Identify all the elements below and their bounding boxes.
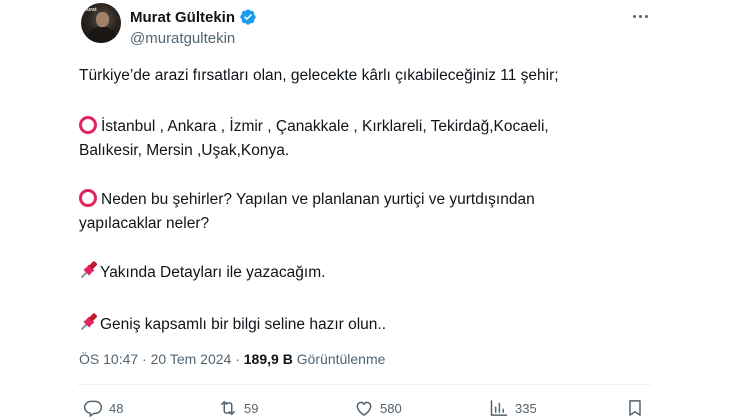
views-count-action: 335 — [515, 400, 537, 416]
verified-badge-icon — [240, 9, 256, 25]
tweet-meta: ÖS 10:47 · 20 Tem 2024 · 189,9 B Görüntü… — [79, 351, 385, 367]
more-icon[interactable] — [628, 6, 652, 26]
retweet-count: 59 — [244, 400, 259, 416]
meta-separator: · — [231, 351, 244, 367]
tweet-text-soon: Yakında Detayları ile yazacağım. — [79, 260, 639, 284]
tweet-line-text: Geniş kapsamlı bir bilgi seline hazır ol… — [100, 316, 387, 333]
tweet-text-ready: Geniş kapsamlı bir bilgi seline hazır ol… — [79, 312, 639, 336]
avatar-text: Murat — [83, 7, 97, 13]
reply-count: 48 — [109, 400, 124, 416]
tweet-text-question: Neden bu şehirler? Yapılan ve planlanan … — [79, 188, 639, 236]
tweet-line-text: Neden bu şehirler? Yapılan ve planlanan … — [101, 191, 535, 208]
avatar-body — [88, 27, 116, 43]
tweet-text-cities: İstanbul , Ankara , İzmir , Çanakkale , … — [79, 115, 639, 163]
action-bar: 48 59 580 335 — [80, 398, 650, 420]
reply-button[interactable]: 48 — [83, 398, 123, 418]
avatar[interactable]: Murat — [81, 3, 121, 43]
bookmark-button[interactable] — [625, 398, 645, 418]
tweet-line-soon: Yakında Detayları ile yazacağım. — [79, 260, 639, 284]
pushpin-icon — [81, 313, 97, 330]
like-icon — [356, 401, 372, 416]
pushpin-icon — [81, 261, 97, 278]
tweet-line-ready: Geniş kapsamlı bir bilgi seline hazır ol… — [79, 312, 639, 336]
like-count: 580 — [380, 400, 402, 416]
hollow-red-circle-icon — [79, 189, 97, 207]
tweet-line-cities: İstanbul , Ankara , İzmir , Çanakkale , … — [79, 115, 639, 139]
hollow-red-circle-icon — [79, 116, 97, 134]
retweet-icon — [221, 401, 235, 415]
tweet-text-intro: Türkiye’de arazi fırsatları olan, gelece… — [79, 64, 639, 88]
views-count: 189,9 B — [243, 351, 293, 367]
tweet-line: Balıkesir, Mersin ,Uşak,Konya. — [79, 142, 290, 159]
views-label: Görüntülenme — [296, 351, 386, 367]
views-button[interactable]: 335 — [489, 398, 537, 418]
tweet-line-text: Yakında Detayları ile yazacağım. — [100, 264, 326, 281]
author-name[interactable]: Murat Gültekin — [130, 9, 235, 26]
tweet-line: Türkiye’de arazi fırsatları olan, gelece… — [79, 67, 559, 84]
tweet-line-question: Neden bu şehirler? Yapılan ve planlanan … — [79, 188, 639, 212]
divider — [77, 384, 652, 385]
tweet-time[interactable]: ÖS 10:47 — [79, 351, 138, 367]
tweet: Murat Murat Gültekin @muratgultekin Türk… — [0, 0, 730, 420]
meta-separator: · — [138, 351, 151, 367]
retweet-button[interactable]: 59 — [218, 398, 258, 418]
avatar-face — [96, 12, 109, 27]
tweet-line: yapılacaklar neler? — [79, 215, 210, 232]
tweet-line-text: İstanbul , Ankara , İzmir , Çanakkale , … — [101, 118, 549, 135]
reply-icon — [83, 400, 103, 417]
author-handle[interactable]: @muratgultekin — [130, 30, 257, 47]
tweet-date[interactable]: 20 Tem 2024 — [151, 351, 232, 367]
like-button[interactable]: 580 — [354, 398, 402, 418]
tweet-header: Murat Gültekin @muratgultekin — [130, 8, 257, 47]
bookmark-icon — [629, 400, 641, 416]
views-icon — [490, 400, 508, 416]
